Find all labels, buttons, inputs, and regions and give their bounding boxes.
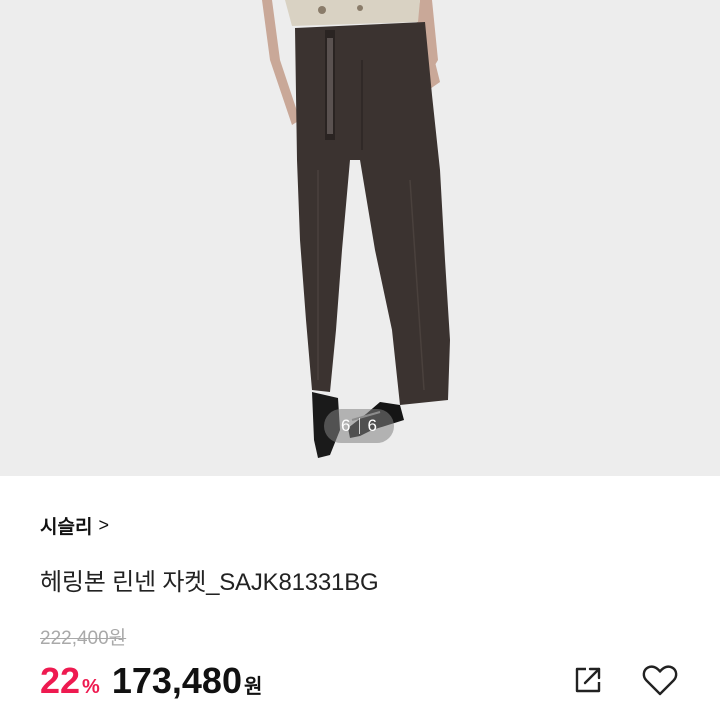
- like-button[interactable]: [640, 660, 680, 700]
- image-counter-current: 6: [341, 416, 351, 435]
- image-counter-total: 6: [367, 416, 377, 435]
- product-title: 헤링본 린넨 자켓_SAJK81331BG: [40, 569, 379, 596]
- price-row: 22 % 173,480 원: [40, 660, 262, 706]
- brand-link[interactable]: 시슬리 >: [40, 512, 109, 539]
- discount-unit: %: [82, 676, 100, 698]
- chevron-right-icon: >: [98, 515, 109, 535]
- share-icon: [575, 667, 601, 693]
- image-counter-divider: [358, 418, 360, 434]
- heart-icon: [642, 665, 678, 696]
- currency-unit: 원: [243, 676, 263, 698]
- product-image[interactable]: 6 6: [0, 0, 720, 476]
- discount-rate: 22: [40, 660, 81, 701]
- original-price: 222,400원: [40, 628, 127, 649]
- brand-name: 시슬리: [40, 517, 93, 538]
- share-button[interactable]: [568, 660, 608, 700]
- image-counter: 6 6: [324, 409, 394, 443]
- sale-price: 173,480: [111, 660, 242, 701]
- product-photo: [262, 0, 450, 458]
